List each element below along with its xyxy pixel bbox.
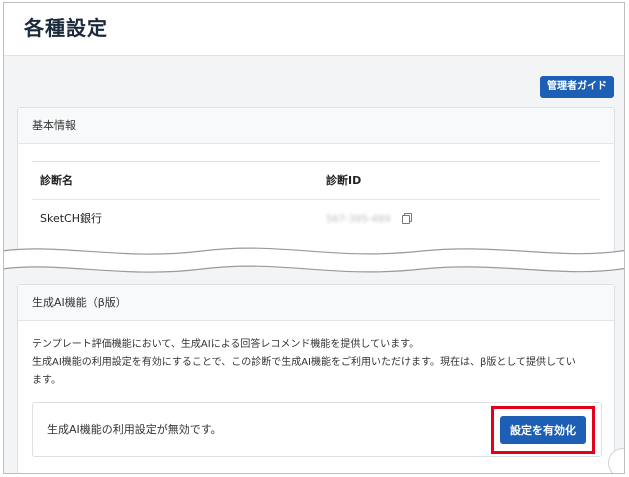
page-header: 各種設定: [4, 3, 624, 56]
column-header-name: 診断名: [40, 174, 73, 187]
settings-window: 各種設定 管理者ガイド 基本情報 診断名 診断ID SketCH銀行 567-3…: [3, 2, 625, 474]
ai-status-text: 生成AI機能の利用設定が無効です。: [47, 423, 222, 436]
admin-guide-button[interactable]: 管理者ガイド: [540, 76, 614, 98]
ai-feature-card: 生成AI機能（β版） テンプレート評価機能において、生成AIによる回答レコメンド…: [17, 284, 615, 473]
diagnosis-id: 567-395-489: [326, 214, 391, 225]
description-line: ます。: [32, 375, 61, 386]
enable-ai-button[interactable]: 設定を有効化: [500, 416, 586, 444]
copy-icon[interactable]: [401, 213, 412, 224]
diagnosis-id-cell: 567-395-489: [326, 200, 412, 239]
highlight-frame: 設定を有効化: [491, 406, 595, 454]
ai-status-box: 生成AI機能の利用設定が無効です。 設定を有効化: [32, 402, 602, 457]
basic-info-title: 基本情報: [18, 108, 614, 144]
basic-info-table: 診断名 診断ID SketCH銀行 567-395-489: [32, 161, 600, 238]
column-header-id: 診断ID: [326, 174, 362, 187]
page-title: 各種設定: [24, 16, 108, 40]
ai-feature-title: 生成AI機能（β版）: [18, 285, 614, 321]
basic-info-card: 基本情報 診断名 診断ID SketCH銀行 567-395-489: [17, 107, 615, 257]
description-line: 生成AI機能の利用設定を有効にすることで、この診断で生成AI機能をご利用いただけ…: [32, 357, 576, 368]
table-header-row: 診断名 診断ID: [32, 162, 600, 200]
ai-feature-description: テンプレート評価機能において、生成AIによる回答レコメンド機能を提供しています。…: [32, 336, 604, 390]
diagnosis-name: SketCH銀行: [40, 212, 102, 225]
table-row: SketCH銀行 567-395-489: [32, 200, 600, 238]
section-break-wave: [4, 247, 624, 273]
description-line: テンプレート評価機能において、生成AIによる回答レコメンド機能を提供しています。: [32, 339, 420, 350]
